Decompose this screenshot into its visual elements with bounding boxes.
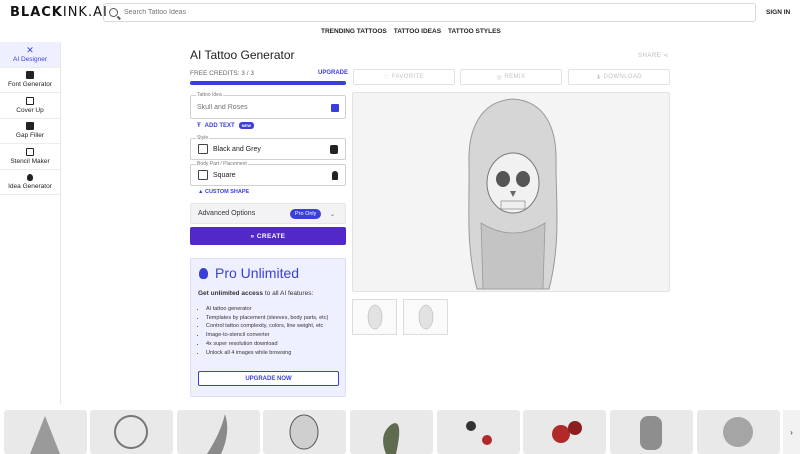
pro-feature-list: AI tattoo generator Templates by placeme…	[206, 305, 342, 357]
list-item: Unlock all 4 images while browsing	[206, 349, 342, 358]
top-nav: TRENDING TATTOOS TATTOO IDEAS TATTOO STY…	[321, 28, 501, 35]
chevron-down-icon: ⌄	[329, 212, 335, 218]
hooded-skull-image	[468, 98, 558, 290]
add-text-button[interactable]: Ŧ ADD TEXT NEW	[197, 122, 255, 129]
share-icon: ⋖	[663, 53, 669, 59]
list-item: 4x super resolution download	[206, 340, 342, 349]
gallery-tile[interactable]	[177, 410, 260, 454]
tattoo-idea-label: Tattoo Idea	[196, 92, 223, 98]
style-value: Black and Grey	[213, 146, 261, 153]
page-title: AI Tattoo Generator	[190, 48, 295, 62]
sidebar-item-ai-designer[interactable]: ✕ AI Designer	[0, 42, 60, 68]
pro-only-badge: Pro Only	[290, 209, 322, 219]
sidebar: ✕ AI Designer Font Generator Cover Up Ga…	[0, 42, 61, 404]
sidebar-item-stencil-maker[interactable]: Stencil Maker	[0, 144, 60, 170]
remix-icon: ◎	[496, 74, 505, 81]
share-button[interactable]: SHARE ⋖	[638, 52, 669, 59]
preview-thumbnail-1[interactable]	[352, 299, 397, 335]
logo[interactable]: BLACKINK.AI	[10, 5, 108, 20]
gallery-tile[interactable]	[4, 410, 87, 454]
gallery-tile[interactable]	[90, 410, 173, 454]
pro-title: Pro Unlimited	[215, 265, 300, 281]
new-badge: NEW	[238, 122, 255, 129]
placement-label: Body Part / Placement	[196, 161, 248, 167]
gallery-tile[interactable]	[610, 410, 693, 454]
create-button[interactable]: » CREATE	[190, 227, 346, 245]
gallery-tile[interactable]	[437, 410, 520, 454]
skull-thumbnail-image	[418, 304, 434, 330]
credits-progress-bar	[190, 81, 346, 85]
pro-upsell-panel: Pro Unlimited Get unlimited access to al…	[190, 258, 346, 397]
ink-drop-icon	[199, 268, 208, 279]
heart-icon: ♡	[383, 74, 392, 81]
sidebar-item-cover-up[interactable]: Cover Up	[0, 93, 60, 119]
bird-tattoo-image	[466, 421, 492, 445]
text-icon: Ŧ	[197, 122, 201, 129]
sidebar-item-font-generator[interactable]: Font Generator	[0, 68, 60, 93]
credits-progress-fill	[190, 81, 346, 85]
advanced-options-label: Advanced Options	[198, 210, 256, 217]
wand-icon: ✕	[26, 44, 34, 55]
custom-shape-button[interactable]: ▲ CUSTOM SHAPE	[198, 189, 249, 195]
remix-button[interactable]: ◎ REMIX	[460, 69, 562, 85]
style-thumbnail-icon	[198, 144, 208, 154]
preview-thumbnail-2[interactable]	[403, 299, 448, 335]
knight-tattoo-image	[640, 416, 662, 450]
nav-tattoo-ideas[interactable]: TATTOO IDEAS	[394, 28, 441, 35]
advanced-options-toggle[interactable]: Advanced Options Pro Only ⌄	[190, 203, 346, 224]
favorite-button[interactable]: ♡ FAVORITE	[353, 69, 455, 85]
nav-trending-tattoos[interactable]: TRENDING TATTOOS	[321, 28, 387, 35]
sidebar-item-idea-generator[interactable]: Idea Generator	[0, 170, 60, 195]
search-icon	[109, 8, 118, 17]
roses-tattoo-image	[552, 421, 582, 443]
generated-tattoo-preview[interactable]	[352, 92, 670, 292]
gallery-tile[interactable]	[697, 410, 780, 454]
search-bar[interactable]	[103, 3, 756, 22]
gallery-tile[interactable]	[350, 410, 433, 454]
dice-icon[interactable]	[331, 104, 339, 112]
wolf-tattoo-image	[30, 416, 60, 454]
body-icon	[332, 171, 338, 180]
gallery-tile[interactable]	[523, 410, 606, 454]
lion-tattoo-image	[723, 417, 753, 447]
font-icon	[26, 71, 34, 80]
serpent-tattoo-image	[383, 423, 400, 454]
bulb-icon	[27, 173, 33, 181]
tree-tattoo-image	[114, 415, 148, 449]
sidebar-item-gap-filler[interactable]: Gap Filler	[0, 119, 60, 144]
gallery-tile[interactable]	[263, 410, 346, 454]
feather-tattoo-image	[207, 414, 228, 454]
gallery-next-arrow[interactable]: ›	[783, 410, 800, 454]
layers-icon	[26, 96, 34, 105]
credits-label: FREE CREDITS: 3 / 3	[190, 70, 254, 77]
square-shape-icon	[198, 170, 208, 180]
placement-value: Square	[213, 172, 236, 179]
brush-icon	[26, 122, 34, 131]
search-input[interactable]	[124, 9, 684, 16]
ink-bottle-icon	[330, 145, 338, 154]
download-icon: ⬇	[595, 74, 604, 81]
tattoo-idea-field[interactable]: Tattoo Idea	[190, 92, 346, 119]
upgrade-now-button[interactable]: UPGRADE NOW	[198, 371, 339, 386]
pro-subtitle: Get unlimited access to all AI features:	[198, 290, 314, 297]
sign-in-link[interactable]: SIGN IN	[766, 9, 790, 16]
style-label: Style	[196, 135, 210, 141]
tattoo-gallery-strip: ›	[0, 406, 800, 454]
download-button[interactable]: ⬇ DOWNLOAD	[568, 69, 670, 85]
nav-tattoo-styles[interactable]: TATTOO STYLES	[448, 28, 501, 35]
list-item: Image-to-stencil converter	[206, 331, 342, 340]
list-item: Templates by placement (sleeves, body pa…	[206, 314, 342, 323]
upgrade-link[interactable]: UPGRADE	[318, 70, 348, 76]
placement-select[interactable]: Body Part / Placement Square	[190, 161, 346, 186]
list-item: AI tattoo generator	[206, 305, 342, 314]
tattoo-idea-input[interactable]	[197, 104, 317, 111]
skull-thumbnail-image	[367, 304, 383, 330]
stencil-icon	[26, 147, 34, 156]
list-item: Control tattoo complexity, colors, line …	[206, 322, 342, 331]
style-select[interactable]: Style Black and Grey	[190, 135, 346, 160]
skull-tattoo-image	[289, 414, 319, 450]
